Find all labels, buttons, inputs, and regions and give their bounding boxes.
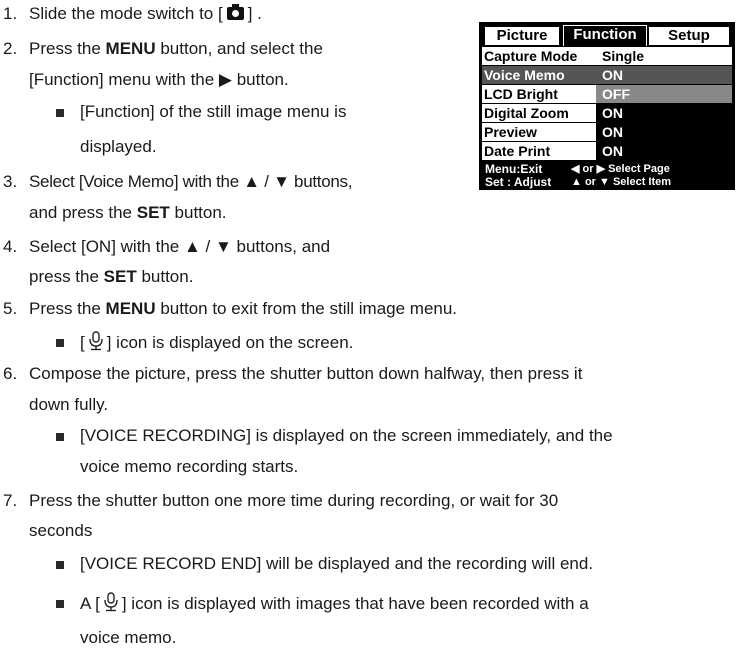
voice-memo-icon xyxy=(104,592,118,612)
menu-value: ON xyxy=(602,105,623,121)
menu-label: Voice Memo xyxy=(482,66,596,84)
step-number: 7. xyxy=(3,491,18,510)
help-select-item: ▲ or ▼ Select Item xyxy=(571,176,672,188)
step-number: 2. xyxy=(3,39,18,58)
step-1-text: Slide the mode switch to [] . xyxy=(29,4,262,23)
tab-picture: Picture xyxy=(485,27,559,45)
step-7-note-2-line1: A [] icon is displayed with images that … xyxy=(80,592,589,613)
step-5-note: [] icon is displayed on the screen. xyxy=(80,331,354,352)
step-6-line1: Compose the picture, press the shutter b… xyxy=(29,364,583,383)
menu-row-date-print: Date Print ON xyxy=(482,142,732,160)
step-6-note-line1: [VOICE RECORDING] is displayed on the sc… xyxy=(80,426,613,445)
menu-value: OFF xyxy=(596,85,732,103)
bullet-icon xyxy=(56,600,64,608)
menu-row-preview: Preview ON xyxy=(482,123,732,141)
step-number: 3. xyxy=(3,172,18,191)
step-number: 6. xyxy=(3,364,18,383)
step-2-note-line2: displayed. xyxy=(80,137,157,156)
help-set-adjust: Set : Adjust xyxy=(485,175,552,189)
step-2-note-line1: [Function] of the still image menu is xyxy=(80,102,347,121)
step-5-text: Press the MENU button to exit from the s… xyxy=(29,299,458,318)
menu-value: ON xyxy=(602,124,623,140)
step-7-line2: seconds xyxy=(29,521,93,540)
menu-label: Digital Zoom xyxy=(482,104,596,122)
step-4-line1: Select [ON] with the ▲ / ▼ buttons, and xyxy=(29,237,331,256)
menu-value: ON xyxy=(602,143,623,159)
step-7-note-2-line2: voice memo. xyxy=(80,628,177,647)
menu-value: ON xyxy=(596,66,732,84)
voice-memo-icon xyxy=(89,331,103,351)
step-7-line1: Press the shutter button one more time d… xyxy=(29,491,559,510)
menu-list: Capture Mode Single Voice Memo ON LCD Br… xyxy=(482,47,732,161)
step-2-line2: [Function] menu with the ▶ button. xyxy=(29,70,289,89)
camera-icon xyxy=(226,4,244,20)
menu-row-lcd-bright: LCD Bright OFF xyxy=(482,85,732,103)
step-3-line2: and press the SET button. xyxy=(29,203,227,222)
step-6-line2: down fully. xyxy=(29,395,109,414)
step-number: 5. xyxy=(3,299,18,318)
step-2-line1: Press the MENU button, and select the xyxy=(29,39,323,58)
menu-label: Date Print xyxy=(482,142,596,160)
help-select-page: ◀ or ▶ Select Page xyxy=(571,163,670,175)
menu-label: Capture Mode xyxy=(482,47,596,65)
step-6-note-line2: voice memo recording starts. xyxy=(80,457,299,476)
tab-setup: Setup xyxy=(649,27,729,45)
menu-row-capture-mode: Capture Mode Single xyxy=(482,47,732,65)
step-7-note-1: [VOICE RECORD END] will be displayed and… xyxy=(80,554,594,573)
step-4-line2: press the SET button. xyxy=(29,267,194,286)
camera-lcd-menu: Picture Function Setup Capture Mode Sing… xyxy=(479,22,735,190)
menu-label: LCD Bright xyxy=(482,85,596,103)
tab-function: Function xyxy=(563,25,647,46)
bullet-icon xyxy=(56,339,64,347)
menu-row-digital-zoom: Digital Zoom ON xyxy=(482,104,732,122)
menu-label: Preview xyxy=(482,123,596,141)
bullet-icon xyxy=(56,561,64,569)
bullet-icon xyxy=(56,433,64,441)
step-number: 4. xyxy=(3,237,18,256)
menu-row-voice-memo: Voice Memo ON xyxy=(482,66,732,84)
step-number: 1. xyxy=(3,4,18,23)
menu-value: Single xyxy=(596,47,732,65)
menu-help: Menu:Exit ◀ or ▶ Select Page Set : Adjus… xyxy=(479,163,735,190)
step-3-line1: Select [Voice Memo] with the ▲ / ▼ butto… xyxy=(29,172,353,191)
bullet-icon xyxy=(56,109,64,117)
